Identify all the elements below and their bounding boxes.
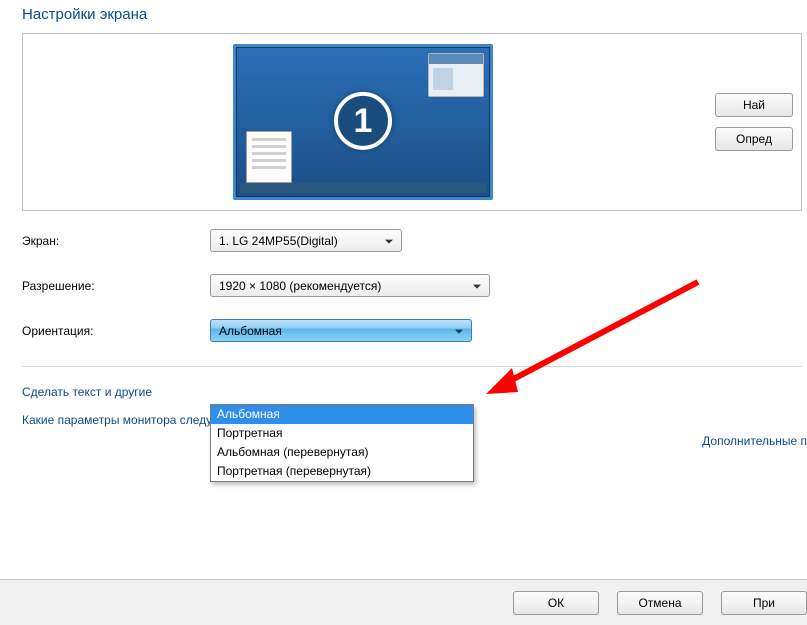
cancel-button[interactable]: Отмена bbox=[617, 591, 703, 615]
textsize-link[interactable]: Сделать текст и другие bbox=[22, 385, 152, 399]
preview-taskbar-icon bbox=[240, 183, 486, 193]
orientation-dropdown-list: АльбомнаяПортретнаяАльбомная (перевернут… bbox=[210, 404, 474, 482]
page-title: Настройки экрана bbox=[0, 0, 807, 33]
dialog-footer: ОК Отмена При bbox=[0, 579, 807, 625]
monitor-number-badge: 1 bbox=[334, 92, 392, 150]
preview-window-icon bbox=[428, 53, 484, 97]
orientation-option[interactable]: Портретная (перевернутая) bbox=[211, 462, 473, 481]
orientation-value: Альбомная bbox=[219, 324, 282, 338]
resolution-label: Разрешение: bbox=[22, 279, 210, 293]
orientation-option[interactable]: Портретная bbox=[211, 424, 473, 443]
resolution-combobox[interactable]: 1920 × 1080 (рекомендуется) bbox=[210, 274, 490, 297]
orientation-option[interactable]: Альбомная (перевернутая) bbox=[211, 443, 473, 462]
detect-button[interactable]: Опред bbox=[715, 127, 793, 151]
find-button[interactable]: Най bbox=[715, 93, 793, 117]
preview-document-icon bbox=[246, 131, 292, 183]
divider bbox=[22, 366, 802, 367]
screen-combobox[interactable]: 1. LG 24MP55(Digital) bbox=[210, 229, 402, 252]
screen-value: 1. LG 24MP55(Digital) bbox=[219, 234, 338, 248]
orientation-option[interactable]: Альбомная bbox=[211, 405, 473, 424]
ok-button[interactable]: ОК bbox=[513, 591, 599, 615]
screen-label: Экран: bbox=[22, 234, 210, 248]
settings-form: Экран: 1. LG 24MP55(Digital) Разрешение:… bbox=[0, 229, 807, 342]
resolution-value: 1920 × 1080 (рекомендуется) bbox=[219, 279, 381, 293]
advanced-settings-link[interactable]: Дополнительные п bbox=[702, 434, 807, 448]
orientation-label: Ориентация: bbox=[22, 324, 210, 338]
orientation-combobox[interactable]: Альбомная bbox=[210, 319, 472, 342]
apply-button[interactable]: При bbox=[721, 591, 807, 615]
display-preview-frame: 1 Най Опред bbox=[22, 33, 802, 211]
monitor-thumbnail[interactable]: 1 bbox=[233, 44, 493, 200]
